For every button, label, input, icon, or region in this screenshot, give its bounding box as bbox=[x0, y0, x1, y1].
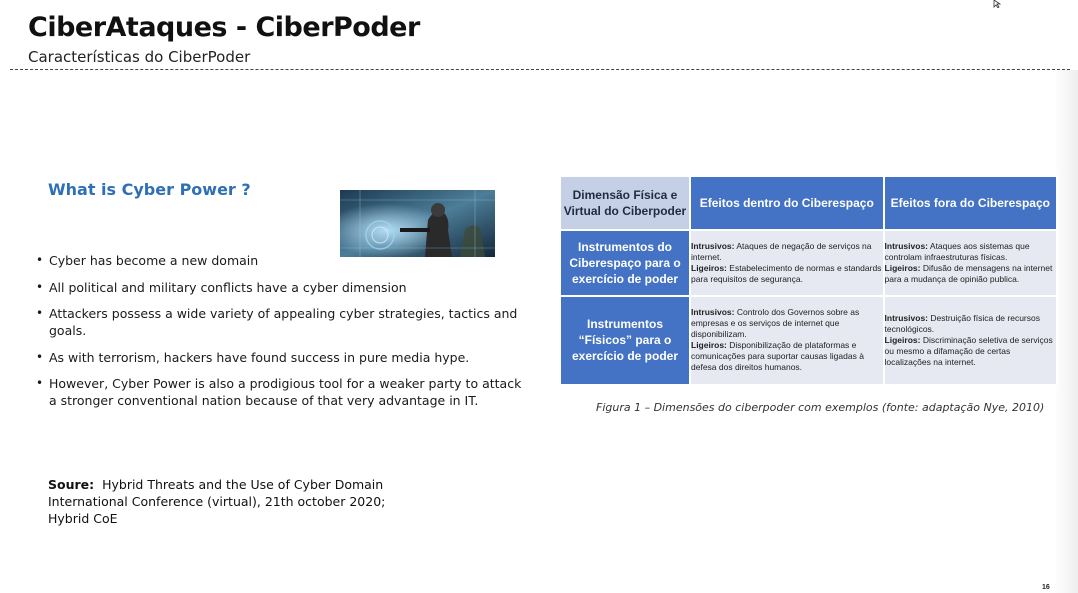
slide-title: CiberAtaques - CiberPoder bbox=[28, 12, 420, 43]
table-row: Instrumentos do Ciberespaço para o exerc… bbox=[559, 229, 1059, 297]
bullet-icon: • bbox=[36, 306, 44, 320]
page-number: 16 bbox=[1042, 584, 1050, 591]
table-cell: Intrusivos: Ataques aos sistemas que con… bbox=[882, 229, 1059, 297]
row-header-cyber: Instrumentos do Ciberespaço para o exerc… bbox=[559, 229, 691, 297]
slide-subtitle: Características do CiberPoder bbox=[28, 48, 251, 66]
list-item: • Cyber has become a new domain bbox=[36, 253, 259, 268]
figure-caption: Figura 1 – Dimensões do ciberpoder com e… bbox=[596, 401, 1045, 414]
bullet-icon: • bbox=[36, 253, 44, 267]
bullet-icon: • bbox=[36, 376, 44, 390]
section-heading: What is Cyber Power ? bbox=[48, 180, 251, 199]
cursor-icon bbox=[993, 0, 1002, 8]
row-header-physical: Instrumentos “Físicos” para o exercício … bbox=[559, 294, 691, 387]
bullet-list: • Cyber has become a new domain • All poli… bbox=[36, 252, 526, 419]
source-note: Soure: Hybrid Threats and the Use of Cyb… bbox=[48, 476, 428, 527]
source-text: Hybrid Threats and the Use of Cyber Doma… bbox=[48, 477, 386, 526]
col-header-outside: Efeitos fora do Ciberespaço bbox=[882, 175, 1059, 231]
table-cell: Intrusivos: Controlo dos Governos sobre … bbox=[689, 294, 885, 387]
col-header-inside: Efeitos dentro do Ciberespaço bbox=[689, 175, 885, 231]
list-item: • All political and military conflicts ha… bbox=[36, 279, 407, 295]
table-cell: Intrusivos: Destruição física de recurso… bbox=[882, 294, 1059, 387]
list-item: • Attackers possess a wide variety of app… bbox=[36, 306, 518, 338]
cyberpower-table: Dimensão Física e Virtual do Ciberpoder … bbox=[559, 175, 1059, 387]
list-item: • As with terrorism, hackers have found s… bbox=[36, 349, 470, 365]
table-cell: Intrusivos: Ataques de negação de serviç… bbox=[689, 229, 885, 297]
source-label: Soure: bbox=[48, 477, 95, 492]
bullet-icon: • bbox=[36, 279, 44, 294]
table-row: Instrumentos “Físicos” para o exercício … bbox=[559, 294, 1059, 387]
title-divider bbox=[10, 69, 1070, 70]
bullet-icon: • bbox=[36, 349, 44, 364]
list-item: • However, Cyber Power is also a prodigio… bbox=[36, 376, 522, 408]
table-corner-header: Dimensão Física e Virtual do Ciberpoder bbox=[559, 175, 691, 231]
cyber-soldier-image bbox=[340, 190, 495, 257]
